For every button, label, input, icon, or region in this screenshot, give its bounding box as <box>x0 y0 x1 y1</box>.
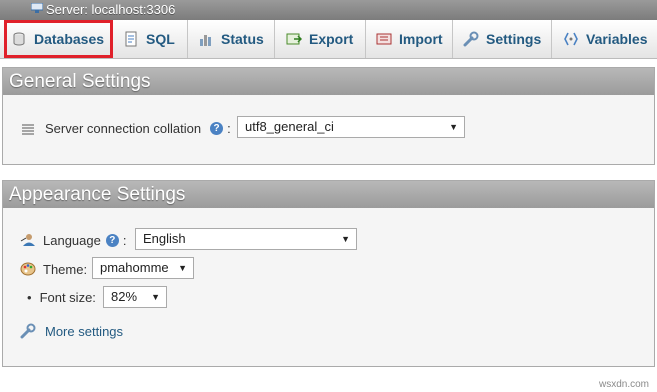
collation-label: Server connection collation <box>45 121 202 136</box>
list-icon <box>22 124 34 134</box>
general-settings-panel: General Settings Server connection colla… <box>2 67 655 165</box>
fontsize-label: Font size: <box>39 290 96 305</box>
tab-databases[interactable]: Databases <box>0 20 113 58</box>
appearance-settings-panel: Appearance Settings Language ? : English… <box>2 180 655 367</box>
tab-variables[interactable]: Variables <box>552 20 657 58</box>
panel-title: General Settings <box>3 68 654 95</box>
theme-value: pmahomme <box>100 260 169 275</box>
bullet-icon: • <box>27 290 32 305</box>
tab-label: Variables <box>586 31 648 47</box>
watermark: wsxdn.com <box>598 379 649 390</box>
dropdown-arrow-icon: ▼ <box>449 122 458 132</box>
theme-row: Theme: <box>20 261 87 277</box>
fontsize-select[interactable]: 82% ▼ <box>103 286 167 308</box>
collation-row: Server connection collation ? : <box>22 121 231 136</box>
tab-label: Import <box>399 31 443 47</box>
wrench-icon <box>20 323 36 339</box>
tab-export[interactable]: Export <box>275 20 366 58</box>
import-icon <box>376 33 392 45</box>
tab-status[interactable]: Status <box>188 20 275 58</box>
tab-label: Export <box>309 31 354 47</box>
more-settings-link[interactable]: More settings <box>45 324 123 339</box>
server-breadcrumb[interactable]: Server: localhost:3306 <box>46 2 175 17</box>
dropdown-arrow-icon: ▼ <box>341 234 350 244</box>
panel-title: Appearance Settings <box>3 181 654 208</box>
help-icon[interactable]: ? <box>210 122 224 135</box>
wrench-icon <box>463 31 479 47</box>
main-tab-bar: Databases SQL Status Export Import Setti… <box>0 20 657 59</box>
tab-label: Databases <box>34 31 105 47</box>
language-icon <box>20 234 35 246</box>
database-icon <box>13 32 25 46</box>
theme-select[interactable]: pmahomme ▼ <box>92 257 194 279</box>
colon-separator: : <box>227 121 231 136</box>
status-icon <box>200 35 211 46</box>
theme-label: Theme: <box>43 261 88 277</box>
tab-settings[interactable]: Settings <box>453 20 552 58</box>
tab-label: Settings <box>486 31 542 47</box>
server-icon <box>31 3 43 13</box>
fontsize-value: 82% <box>111 289 138 304</box>
tab-import[interactable]: Import <box>366 20 453 58</box>
collation-select[interactable]: utf8_general_ci ▼ <box>237 116 465 138</box>
dropdown-arrow-icon: ▼ <box>151 292 160 302</box>
language-select[interactable]: English ▼ <box>135 228 357 250</box>
tab-label: Status <box>221 31 264 47</box>
server-bar: Server: localhost:3306 <box>0 0 657 20</box>
language-value: English <box>143 231 186 246</box>
palette-icon <box>20 262 36 276</box>
tab-sql[interactable]: SQL <box>113 20 188 58</box>
tab-label: SQL <box>146 31 175 47</box>
language-row: Language ? : <box>20 232 126 248</box>
colon-separator: : <box>122 232 127 248</box>
help-icon[interactable]: ? <box>105 233 119 247</box>
language-label: Language <box>43 232 101 248</box>
dropdown-arrow-icon: ▼ <box>178 263 187 273</box>
sql-icon <box>125 31 137 47</box>
fontsize-row: • Font size: <box>27 290 96 305</box>
collation-value: utf8_general_ci <box>245 119 334 134</box>
export-icon <box>286 33 302 45</box>
variables-icon <box>564 32 578 46</box>
more-settings-row: More settings <box>20 323 123 339</box>
